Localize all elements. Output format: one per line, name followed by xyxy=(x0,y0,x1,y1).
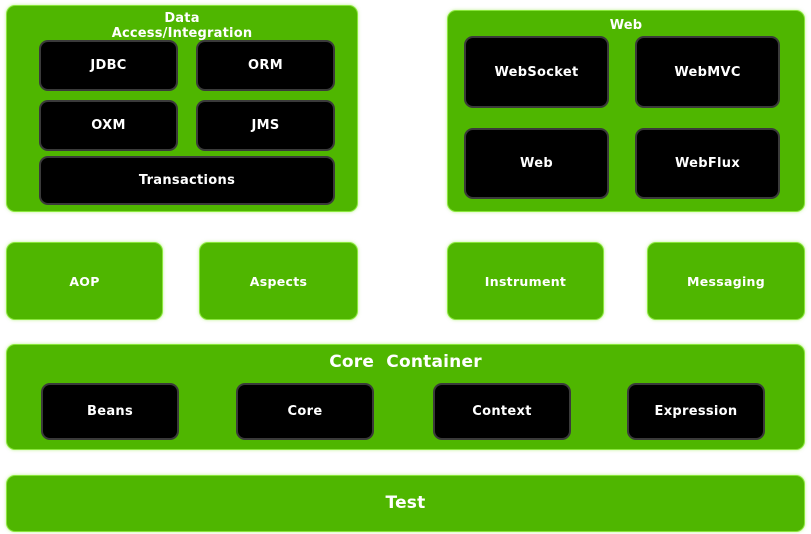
module-webflux-label: WebFlux xyxy=(674,156,741,171)
module-instrument[interactable]: Instrument xyxy=(448,243,603,319)
module-context[interactable]: Context xyxy=(435,385,569,438)
panel-test[interactable]: Test xyxy=(7,476,804,531)
module-beans-label: Beans xyxy=(87,404,133,419)
module-web[interactable]: Web xyxy=(466,130,607,197)
module-jdbc[interactable]: JDBC xyxy=(41,42,176,89)
module-transactions-label: Transactions xyxy=(138,173,236,188)
module-websocket[interactable]: WebSocket xyxy=(466,38,607,106)
panel-web-title: Web xyxy=(609,18,643,33)
spring-framework-runtime-diagram: Data Access/Integration JDBC ORM OXM JMS… xyxy=(0,0,811,534)
module-orm-label: ORM xyxy=(248,58,283,73)
module-instrument-label: Instrument xyxy=(484,273,567,289)
panel-core-container-title: Core Container xyxy=(329,352,482,372)
module-messaging[interactable]: Messaging xyxy=(648,243,804,319)
module-webmvc[interactable]: WebMVC xyxy=(637,38,778,106)
module-transactions[interactable]: Transactions xyxy=(41,158,333,203)
module-oxm[interactable]: OXM xyxy=(41,102,176,149)
module-core[interactable]: Core xyxy=(238,385,372,438)
module-expression-label: Expression xyxy=(654,404,738,419)
module-core-label: Core xyxy=(287,404,323,419)
module-expression[interactable]: Expression xyxy=(629,385,763,438)
module-jms-label: JMS xyxy=(251,118,280,133)
module-websocket-label: WebSocket xyxy=(494,64,579,80)
module-oxm-label: OXM xyxy=(91,118,126,133)
module-orm[interactable]: ORM xyxy=(198,42,333,89)
module-jms[interactable]: JMS xyxy=(198,102,333,149)
module-aspects-label: Aspects xyxy=(249,273,308,289)
panel-test-title: Test xyxy=(385,492,426,513)
module-aspects[interactable]: Aspects xyxy=(200,243,357,319)
module-webmvc-label: WebMVC xyxy=(674,64,741,80)
module-jdbc-label: JDBC xyxy=(90,58,127,73)
module-webflux[interactable]: WebFlux xyxy=(637,130,778,197)
module-messaging-label: Messaging xyxy=(686,273,765,289)
module-aop-label: AOP xyxy=(69,273,100,289)
module-context-label: Context xyxy=(472,404,532,419)
module-aop[interactable]: AOP xyxy=(7,243,162,319)
panel-data-access-integration-title: Data Access/Integration xyxy=(111,11,253,41)
module-beans[interactable]: Beans xyxy=(43,385,177,438)
module-web-label: Web xyxy=(520,156,553,171)
